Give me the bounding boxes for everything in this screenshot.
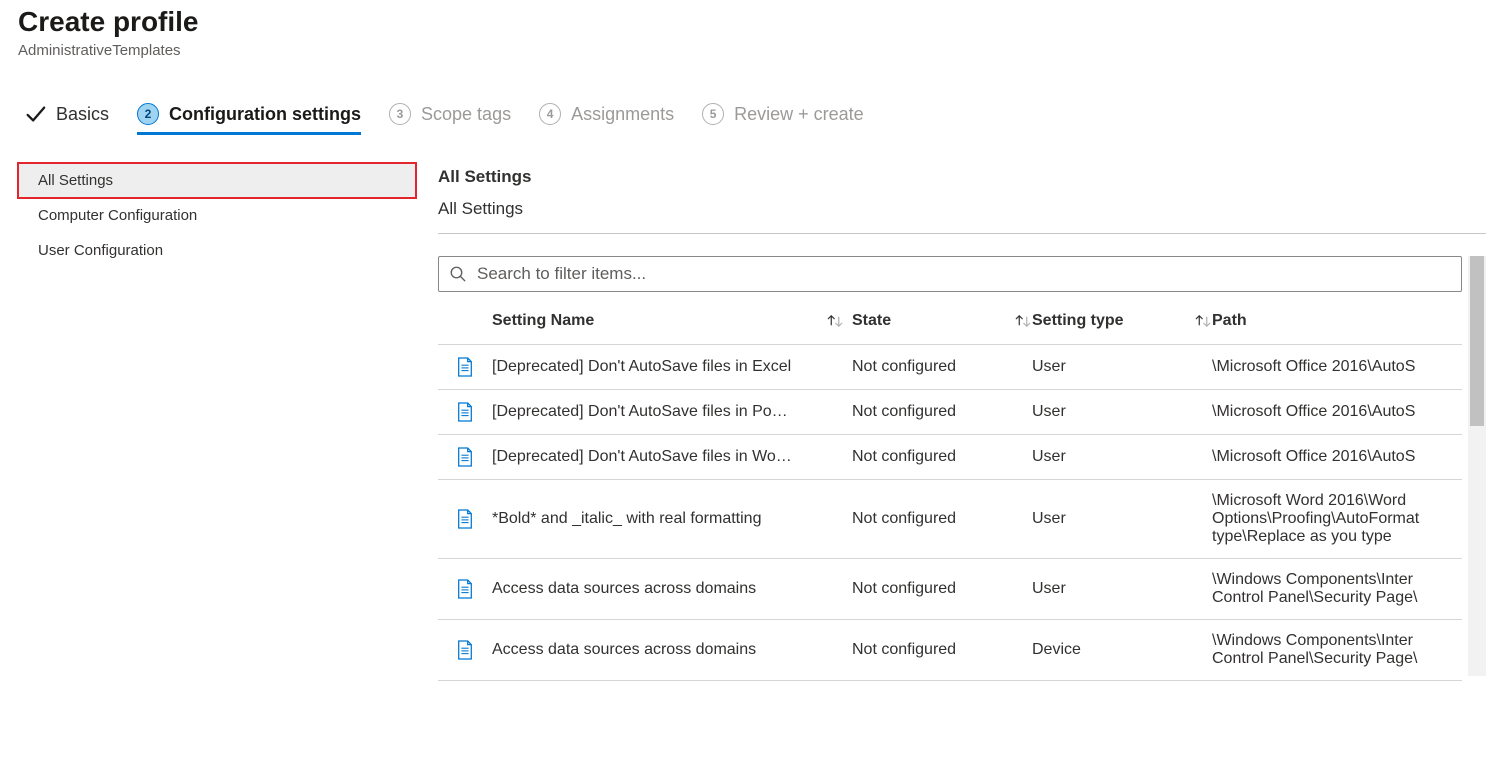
- cell-state: Not configured: [852, 403, 1032, 421]
- document-icon: [438, 402, 492, 422]
- search-box[interactable]: [438, 256, 1462, 292]
- cell-state: Not configured: [852, 448, 1032, 466]
- page-title: Create profile: [18, 6, 1486, 38]
- table-row[interactable]: [Deprecated] Don't AutoSave files in Exc…: [438, 345, 1462, 390]
- content-heading: All Settings: [438, 167, 1486, 187]
- cell-state: Not configured: [852, 580, 1032, 598]
- step-label: Configuration settings: [169, 104, 361, 125]
- sort-icon[interactable]: [826, 314, 844, 328]
- document-icon: [438, 579, 492, 599]
- document-icon: [438, 357, 492, 377]
- cell-path: \Microsoft Office 2016\AutoS: [1212, 358, 1462, 376]
- cell-path: \Microsoft Word 2016\Word Options\Proofi…: [1212, 492, 1462, 546]
- tree-item-all-settings[interactable]: All Settings: [18, 163, 416, 198]
- cell-setting-name: [Deprecated] Don't AutoSave files in Po…: [492, 403, 852, 421]
- step-label: Review + create: [734, 104, 864, 125]
- table-row[interactable]: [Deprecated] Don't AutoSave files in Po……: [438, 390, 1462, 435]
- step-number-badge: 2: [137, 103, 159, 125]
- col-header-label: Path: [1212, 312, 1247, 330]
- search-icon: [449, 265, 467, 283]
- cell-setting-type: User: [1032, 448, 1212, 466]
- cell-setting-name: *Bold* and _italic_ with real formatting: [492, 510, 852, 528]
- cell-path: \Microsoft Office 2016\AutoS: [1212, 403, 1462, 421]
- col-header-type[interactable]: Setting type: [1032, 312, 1212, 330]
- step-number-badge: 3: [389, 103, 411, 125]
- table-row[interactable]: *Bold* and _italic_ with real formatting…: [438, 480, 1462, 559]
- col-header-label: Setting type: [1032, 312, 1124, 330]
- scrollbar-thumb[interactable]: [1470, 256, 1484, 426]
- cell-setting-name: Access data sources across domains: [492, 641, 852, 659]
- cell-path: \Windows Components\Inter Control Panel\…: [1212, 571, 1462, 607]
- step-configuration-settings[interactable]: 2 Configuration settings: [137, 103, 361, 135]
- cell-setting-type: User: [1032, 580, 1212, 598]
- step-scope-tags[interactable]: 3 Scope tags: [389, 103, 511, 135]
- cell-path: \Microsoft Office 2016\AutoS: [1212, 448, 1462, 466]
- divider: [438, 233, 1486, 234]
- col-header-label: Setting Name: [492, 312, 594, 330]
- table-row[interactable]: Access data sources across domainsNot co…: [438, 559, 1462, 620]
- step-assignments[interactable]: 4 Assignments: [539, 103, 674, 135]
- cell-setting-type: User: [1032, 510, 1212, 528]
- settings-tree: All Settings Computer Configuration User…: [18, 163, 416, 681]
- tree-item-computer-configuration[interactable]: Computer Configuration: [18, 198, 416, 233]
- step-number-badge: 4: [539, 103, 561, 125]
- step-label: Basics: [56, 104, 109, 125]
- settings-table: Setting Name State: [438, 298, 1462, 681]
- col-header-state[interactable]: State: [852, 312, 1032, 330]
- wizard-steps: Basics 2 Configuration settings 3 Scope …: [18, 103, 1486, 135]
- cell-state: Not configured: [852, 510, 1032, 528]
- table-header: Setting Name State: [438, 298, 1462, 345]
- cell-state: Not configured: [852, 358, 1032, 376]
- table-row[interactable]: [Deprecated] Don't AutoSave files in Wo……: [438, 435, 1462, 480]
- step-basics[interactable]: Basics: [24, 103, 109, 135]
- col-header-name[interactable]: Setting Name: [492, 312, 852, 330]
- sort-icon[interactable]: [1194, 314, 1212, 328]
- cell-setting-type: Device: [1032, 641, 1212, 659]
- cell-setting-name: [Deprecated] Don't AutoSave files in Wo…: [492, 448, 852, 466]
- table-row[interactable]: Access data sources across domainsNot co…: [438, 620, 1462, 681]
- scrollbar[interactable]: [1468, 256, 1486, 676]
- breadcrumb: All Settings: [438, 199, 1486, 219]
- document-icon: [438, 640, 492, 660]
- tree-item-user-configuration[interactable]: User Configuration: [18, 233, 416, 268]
- step-label: Scope tags: [421, 104, 511, 125]
- step-number-badge: 5: [702, 103, 724, 125]
- step-label: Assignments: [571, 104, 674, 125]
- search-input[interactable]: [475, 263, 1451, 285]
- cell-setting-name: Access data sources across domains: [492, 580, 852, 598]
- sort-icon[interactable]: [1014, 314, 1032, 328]
- cell-setting-name: [Deprecated] Don't AutoSave files in Exc…: [492, 358, 852, 376]
- cell-path: \Windows Components\Inter Control Panel\…: [1212, 632, 1462, 668]
- cell-state: Not configured: [852, 641, 1032, 659]
- page-subtitle: AdministrativeTemplates: [18, 42, 1486, 59]
- cell-setting-type: User: [1032, 403, 1212, 421]
- document-icon: [438, 447, 492, 467]
- col-header-path[interactable]: Path: [1212, 312, 1462, 330]
- col-header-label: State: [852, 312, 891, 330]
- cell-setting-type: User: [1032, 358, 1212, 376]
- document-icon: [438, 509, 492, 529]
- step-review-create[interactable]: 5 Review + create: [702, 103, 864, 135]
- check-icon: [24, 103, 46, 125]
